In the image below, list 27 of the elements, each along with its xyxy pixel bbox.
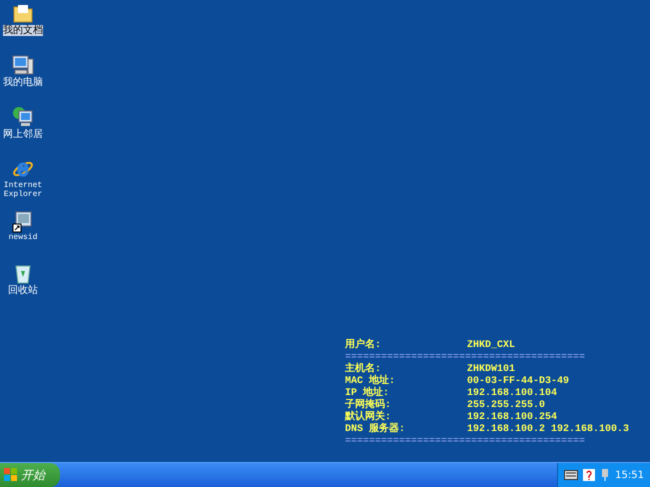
desktop-icon-label[interactable]: Internet Explorer xyxy=(1,181,45,199)
info-label: IP 地址: xyxy=(345,388,390,399)
desktop-icon-label[interactable]: 我的电脑 xyxy=(3,77,43,88)
info-label: 用户名: xyxy=(345,340,382,352)
info-label: 主机名: xyxy=(345,364,382,375)
info-value: ZHKDW101 xyxy=(467,364,516,376)
info-label: MAC 地址: xyxy=(345,376,396,387)
info-label: DNS 服务器: xyxy=(345,424,406,436)
networked-computer-icon xyxy=(11,105,35,129)
desktop-icon-label[interactable]: 我的文档 xyxy=(3,25,43,36)
separator-line: ======================================== xyxy=(345,352,586,363)
desktop-icon-label[interactable]: newsid xyxy=(1,233,45,242)
info-label: 默认网关: xyxy=(345,412,392,423)
info-value: 192.168.100.104 xyxy=(467,388,558,400)
desktop-icon-label[interactable]: 回收站 xyxy=(8,285,38,296)
info-value: ZHKD_CXL xyxy=(467,340,516,352)
windows-flag-icon xyxy=(4,468,18,482)
keyboard-icon[interactable] xyxy=(564,470,578,480)
info-value: 255.255.255.0 xyxy=(467,400,546,412)
separator-line: ======================================== xyxy=(345,436,586,448)
computer-icon xyxy=(11,53,35,77)
desktop-icon-label[interactable]: 网上邻居 xyxy=(3,129,43,140)
help-icon[interactable] xyxy=(583,469,596,481)
info-value: 00-03-FF-44-D3-49 xyxy=(467,376,570,388)
info-label: 子网掩码: xyxy=(345,400,392,411)
info-value: 192.168.100.2 192.168.100.3 xyxy=(467,424,630,436)
info-value: 192.168.100.254 xyxy=(467,412,558,424)
